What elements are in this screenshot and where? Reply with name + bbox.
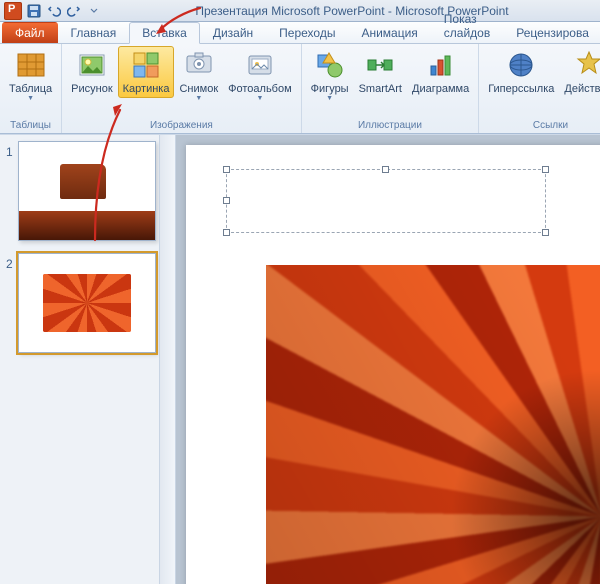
resize-handle[interactable] — [382, 166, 389, 173]
insert-picture-label: Рисунок — [71, 83, 113, 95]
insert-action-label: Действие — [564, 83, 600, 95]
dropdown-arrow-icon: ▼ — [195, 95, 202, 102]
ribbon-group-tables: Таблица ▼ Таблицы — [0, 44, 62, 133]
ribbon-group-images-label: Изображения — [66, 119, 297, 133]
thumb-slide-1[interactable]: 1 — [6, 141, 157, 241]
thumb-scrollbar[interactable] — [159, 135, 175, 584]
screenshot-icon — [183, 49, 215, 81]
clipart-icon — [130, 49, 162, 81]
inserted-image[interactable] — [266, 265, 600, 584]
resize-handle[interactable] — [223, 197, 230, 204]
thumb-preview[interactable] — [18, 141, 156, 241]
insert-photoalbum-button[interactable]: Фотоальбом ▼ — [223, 46, 297, 105]
thumb-slide-2[interactable]: 2 — [6, 253, 157, 353]
qat-customize-button[interactable] — [85, 2, 103, 20]
dropdown-arrow-icon: ▼ — [256, 95, 263, 102]
workspace: 1 2 — [0, 134, 600, 584]
insert-smartart-button[interactable]: SmartArt — [354, 46, 407, 98]
photoalbum-icon — [244, 49, 276, 81]
tab-home[interactable]: Главная — [58, 22, 130, 43]
slide-canvas[interactable] — [186, 145, 600, 584]
dropdown-arrow-icon: ▼ — [326, 95, 333, 102]
insert-picture-button[interactable]: Рисунок — [66, 46, 118, 98]
tab-transitions[interactable]: Переходы — [266, 22, 348, 43]
insert-smartart-label: SmartArt — [359, 83, 402, 95]
insert-table-label: Таблица — [9, 83, 52, 95]
smartart-icon — [364, 49, 396, 81]
ribbon-group-images: Рисунок Картинка Снимок ▼ Фотоальбом — [62, 44, 302, 133]
insert-chart-button[interactable]: Диаграмма — [407, 46, 474, 98]
insert-screenshot-button[interactable]: Снимок ▼ — [174, 46, 223, 105]
qat-redo-button[interactable] — [65, 2, 83, 20]
thumb-preview[interactable] — [18, 253, 156, 353]
resize-handle[interactable] — [542, 166, 549, 173]
title-placeholder[interactable] — [226, 169, 546, 233]
shapes-icon — [314, 49, 346, 81]
tab-slideshow[interactable]: Показ слайдов — [431, 8, 503, 43]
app-icon — [4, 2, 22, 20]
qat-save-button[interactable] — [25, 2, 43, 20]
slide-canvas-area[interactable] — [176, 135, 600, 584]
insert-table-button[interactable]: Таблица ▼ — [4, 46, 57, 105]
resize-handle[interactable] — [542, 229, 549, 236]
tab-insert[interactable]: Вставка — [129, 22, 200, 44]
insert-screenshot-label: Снимок — [179, 83, 218, 95]
resize-handle[interactable] — [223, 166, 230, 173]
title-bar: Презентация Microsoft PowerPoint - Micro… — [0, 0, 600, 22]
thumb-number: 1 — [6, 141, 18, 241]
qat-undo-button[interactable] — [45, 2, 63, 20]
insert-photoalbum-label: Фотоальбом — [228, 83, 292, 95]
ribbon: Таблица ▼ Таблицы Рисунок Картинка — [0, 44, 600, 134]
slide-thumbnail-panel: 1 2 — [0, 135, 176, 584]
insert-chart-label: Диаграмма — [412, 83, 469, 95]
resize-handle[interactable] — [223, 229, 230, 236]
tab-animation[interactable]: Анимация — [348, 22, 430, 43]
insert-clipart-label: Картинка — [123, 83, 170, 95]
quick-access-toolbar — [24, 2, 104, 20]
tab-file[interactable]: Файл — [2, 22, 58, 43]
chart-icon — [425, 49, 457, 81]
insert-hyperlink-label: Гиперссылка — [488, 83, 554, 95]
insert-action-button[interactable]: Действие — [559, 46, 600, 98]
tab-design[interactable]: Дизайн — [200, 22, 266, 43]
insert-clipart-button[interactable]: Картинка — [118, 46, 175, 98]
ribbon-group-links-label: Ссылки — [483, 119, 600, 133]
tab-review[interactable]: Рецензирова — [503, 22, 600, 43]
insert-hyperlink-button[interactable]: Гиперссылка — [483, 46, 559, 98]
window-title: Презентация Microsoft PowerPoint - Micro… — [104, 4, 600, 18]
ribbon-group-illustrations-label: Иллюстрации — [306, 119, 475, 133]
ribbon-group-links: Гиперссылка Действие Ссылки — [479, 44, 600, 133]
table-icon — [15, 49, 47, 81]
ribbon-group-illustrations: Фигуры ▼ SmartArt Диаграмма Иллюстрации — [302, 44, 480, 133]
dropdown-arrow-icon: ▼ — [27, 95, 34, 102]
picture-icon — [76, 49, 108, 81]
ribbon-tabs: Файл Главная Вставка Дизайн Переходы Ани… — [0, 22, 600, 44]
thumb-number: 2 — [6, 253, 18, 353]
insert-shapes-label: Фигуры — [311, 83, 349, 95]
action-icon — [573, 49, 600, 81]
insert-shapes-button[interactable]: Фигуры ▼ — [306, 46, 354, 105]
ribbon-group-tables-label: Таблицы — [4, 119, 57, 133]
hyperlink-icon — [505, 49, 537, 81]
